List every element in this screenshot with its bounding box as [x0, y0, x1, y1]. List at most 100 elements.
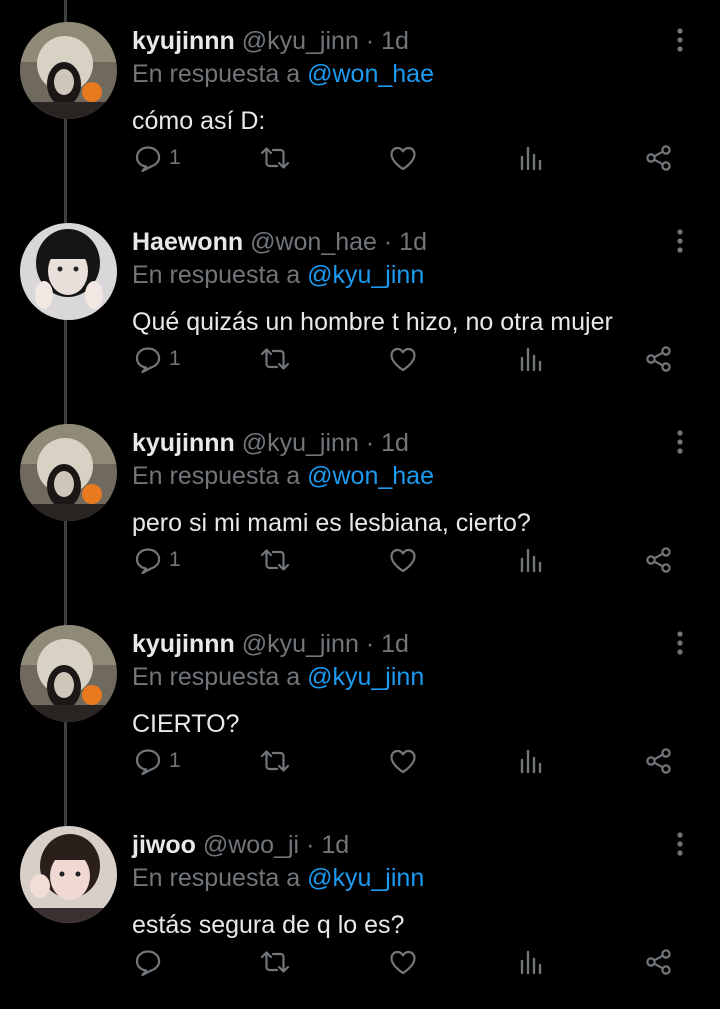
- more-options-button[interactable]: [668, 629, 692, 659]
- separator-dot: ·: [365, 27, 375, 55]
- avatar[interactable]: [20, 424, 117, 521]
- analytics-icon: [520, 749, 542, 774]
- views-button[interactable]: [517, 940, 547, 984]
- like-button[interactable]: [388, 940, 418, 984]
- reply-prefix: En respuesta a: [132, 864, 301, 892]
- share-button[interactable]: [644, 337, 674, 381]
- more-options-button[interactable]: [668, 26, 692, 56]
- reply-button[interactable]: 1: [133, 739, 181, 783]
- like-button[interactable]: [388, 739, 418, 783]
- heart-icon: [390, 548, 416, 573]
- avatar[interactable]: [20, 625, 117, 722]
- share-icon: [646, 145, 671, 171]
- share-button[interactable]: [644, 538, 674, 582]
- author-handle[interactable]: @kyu_jinn: [242, 27, 359, 55]
- avatar[interactable]: [20, 22, 117, 119]
- author-handle[interactable]: @kyu_jinn: [242, 429, 359, 457]
- tweet-text: CIERTO?: [132, 710, 240, 738]
- retweet-icon: [260, 348, 290, 370]
- reply-context: En respuesta a @kyu_jinn: [132, 260, 424, 290]
- reply-icon: [135, 146, 161, 173]
- heart-icon: [390, 347, 416, 372]
- author-name[interactable]: jiwoo: [132, 831, 196, 859]
- retweet-icon: [260, 147, 290, 169]
- reply-thread: kyujinnn @kyu_jinn · 1d En respuesta a @…: [0, 0, 720, 1009]
- timestamp[interactable]: 1d: [381, 630, 409, 658]
- more-options-button[interactable]: [668, 227, 692, 257]
- reply-mention-link[interactable]: @won_hae: [307, 60, 434, 88]
- separator-dot: ·: [365, 429, 375, 457]
- author-handle[interactable]: @won_hae: [250, 228, 377, 256]
- reply-prefix: En respuesta a: [132, 462, 301, 490]
- more-vertical-icon: [677, 631, 683, 655]
- reply-context: En respuesta a @kyu_jinn: [132, 662, 424, 692]
- share-icon: [646, 949, 671, 975]
- reply-count: 1: [169, 146, 181, 169]
- reply-icon: [135, 347, 161, 374]
- reply-count: 1: [169, 749, 181, 772]
- retweet-button[interactable]: [258, 940, 292, 984]
- action-bar: 1: [0, 337, 720, 381]
- share-button[interactable]: [644, 136, 674, 180]
- retweet-icon: [260, 951, 290, 973]
- action-bar: 1: [0, 136, 720, 180]
- retweet-button[interactable]: [258, 739, 292, 783]
- more-vertical-icon: [677, 229, 683, 253]
- avatar[interactable]: [20, 826, 117, 923]
- reply-button[interactable]: 1: [133, 337, 181, 381]
- reply-icon: [135, 548, 161, 575]
- more-options-button[interactable]: [668, 830, 692, 860]
- tweet[interactable]: kyujinnn @kyu_jinn · 1d En respuesta a @…: [0, 402, 720, 603]
- reply-button[interactable]: 1: [133, 136, 181, 180]
- heart-icon: [390, 950, 416, 975]
- share-button[interactable]: [644, 940, 674, 984]
- tweet[interactable]: kyujinnn @kyu_jinn · 1d En respuesta a @…: [0, 0, 720, 201]
- reply-mention-link[interactable]: @kyu_jinn: [307, 864, 424, 892]
- views-button[interactable]: [517, 337, 547, 381]
- author-name[interactable]: Haewonn: [132, 228, 243, 256]
- timestamp[interactable]: 1d: [321, 831, 349, 859]
- reply-button[interactable]: 1: [133, 538, 181, 582]
- like-button[interactable]: [388, 136, 418, 180]
- like-button[interactable]: [388, 337, 418, 381]
- heart-icon: [390, 749, 416, 774]
- action-bar: [0, 940, 720, 984]
- reply-context: En respuesta a @won_hae: [132, 59, 434, 89]
- reply-icon: [135, 749, 161, 776]
- author-name[interactable]: kyujinnn: [132, 429, 235, 457]
- views-button[interactable]: [517, 136, 547, 180]
- more-vertical-icon: [677, 28, 683, 52]
- tweet[interactable]: jiwoo @woo_ji · 1d En respuesta a @kyu_j…: [0, 804, 720, 1005]
- timestamp[interactable]: 1d: [381, 27, 409, 55]
- tweet[interactable]: kyujinnn @kyu_jinn · 1d En respuesta a @…: [0, 603, 720, 804]
- reply-prefix: En respuesta a: [132, 261, 301, 289]
- reply-mention-link[interactable]: @kyu_jinn: [307, 261, 424, 289]
- author-handle[interactable]: @kyu_jinn: [242, 630, 359, 658]
- reply-mention-link[interactable]: @kyu_jinn: [307, 663, 424, 691]
- author-name[interactable]: kyujinnn: [132, 630, 235, 658]
- reply-context: En respuesta a @won_hae: [132, 461, 434, 491]
- avatar[interactable]: [20, 223, 117, 320]
- tweet[interactable]: Haewonn @won_hae · 1d En respuesta a @ky…: [0, 201, 720, 402]
- timestamp[interactable]: 1d: [399, 228, 427, 256]
- views-button[interactable]: [517, 538, 547, 582]
- tweet-text: estás segura de q lo es?: [132, 911, 405, 939]
- reply-count: 1: [169, 347, 181, 370]
- timestamp[interactable]: 1d: [381, 429, 409, 457]
- retweet-button[interactable]: [258, 136, 292, 180]
- reply-prefix: En respuesta a: [132, 663, 301, 691]
- reply-context: En respuesta a @kyu_jinn: [132, 863, 424, 893]
- more-options-button[interactable]: [668, 428, 692, 458]
- separator-dot: ·: [383, 228, 393, 256]
- separator-dot: ·: [365, 630, 375, 658]
- like-button[interactable]: [388, 538, 418, 582]
- retweet-button[interactable]: [258, 538, 292, 582]
- share-icon: [646, 547, 671, 573]
- share-button[interactable]: [644, 739, 674, 783]
- reply-mention-link[interactable]: @won_hae: [307, 462, 434, 490]
- author-handle[interactable]: @woo_ji: [203, 831, 299, 859]
- views-button[interactable]: [517, 739, 547, 783]
- retweet-button[interactable]: [258, 337, 292, 381]
- author-name[interactable]: kyujinnn: [132, 27, 235, 55]
- reply-button[interactable]: [133, 940, 169, 984]
